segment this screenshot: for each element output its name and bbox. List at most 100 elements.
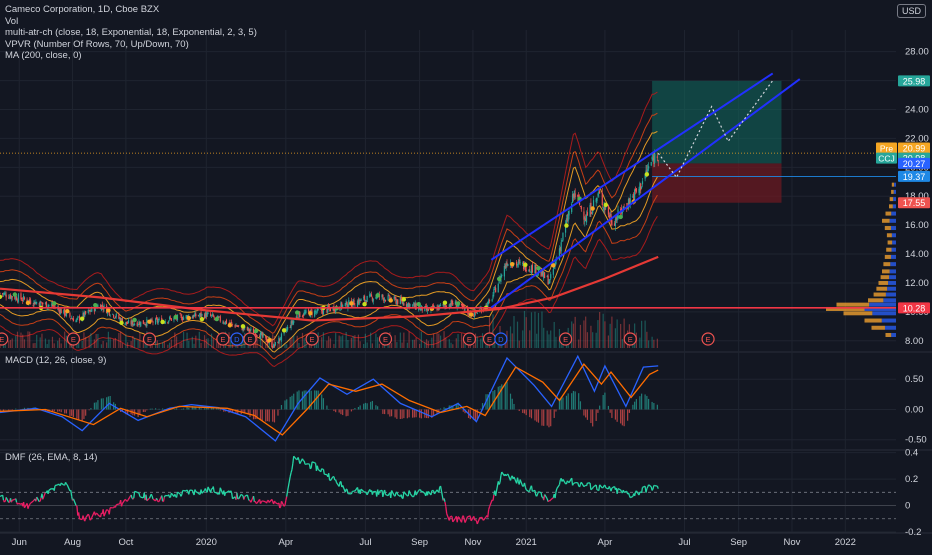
volume-bar (64, 332, 65, 348)
volume-bar (395, 335, 396, 348)
dmf-segment (66, 484, 67, 485)
candle-body (152, 322, 153, 323)
dmf-segment (476, 520, 477, 521)
volume-bar (610, 324, 611, 348)
signal-dot (375, 293, 379, 297)
currency-badge[interactable]: USD (897, 4, 926, 18)
vp-row-up (883, 262, 890, 266)
macd-hist-bar (85, 409, 86, 415)
volume-bar (94, 339, 95, 348)
chart-svg[interactable]: EEEEDEEEEEDEEE 8.0010.0012.0014.0016.001… (0, 0, 932, 550)
volume-bar (108, 332, 109, 348)
signal-dot (618, 215, 622, 219)
dmf-segment (385, 490, 386, 495)
candle-body (71, 318, 72, 319)
candle-body (492, 299, 493, 300)
vp-row-up (837, 303, 870, 307)
volume-bar (615, 328, 616, 348)
volume-bar (538, 313, 539, 348)
macd-hist-bar (377, 406, 378, 409)
dmf-segment (272, 499, 273, 501)
dmf-segment (146, 495, 147, 501)
macd-hist-bar (101, 398, 102, 409)
volume-bar (40, 337, 41, 348)
candle-body (303, 315, 304, 316)
volume-bar (309, 345, 310, 348)
volume-bar (167, 345, 168, 348)
macd-hist-bar (318, 391, 319, 410)
candle-body (549, 279, 550, 282)
candle-body (20, 293, 21, 299)
dmf-segment (286, 497, 287, 501)
vp-row-up (879, 281, 889, 285)
volume-bar (346, 332, 347, 348)
macd-hist-bar (587, 409, 588, 419)
macd-hist-bar (220, 409, 221, 410)
volume-bar (260, 337, 261, 348)
vp-row-down (886, 293, 896, 297)
candle-body (46, 302, 47, 308)
volume-bar (433, 334, 434, 348)
candle-body (376, 298, 377, 299)
signal-dot (564, 223, 568, 227)
macd-hist-bar (326, 406, 327, 410)
candle-body (385, 300, 386, 301)
macd-hist-bar (395, 409, 396, 417)
candle-body (85, 311, 86, 313)
macd-hist-bar (550, 409, 551, 426)
dmf-segment (152, 496, 153, 499)
volume-bar (657, 339, 658, 348)
macd-hist-bar (90, 408, 91, 409)
candle-body (311, 310, 312, 311)
candle-body (371, 294, 372, 296)
dmf-segment (520, 479, 523, 486)
candle-body (651, 162, 652, 165)
candle-body (642, 181, 643, 184)
dmf-segment (463, 516, 464, 519)
volume-bar (402, 343, 403, 348)
dmf-segment (383, 492, 384, 497)
macd-hist-bar (617, 409, 618, 421)
volume-bar (412, 340, 413, 348)
volume-bar (436, 333, 437, 348)
volume-bar (583, 320, 584, 348)
signal-dot (308, 311, 312, 315)
macd-ytick-tick-1: 0.00 (905, 404, 924, 415)
dmf-segment (649, 485, 652, 487)
stop-zone (652, 163, 781, 202)
candle-body (302, 316, 303, 317)
macd-hist-bar (499, 386, 500, 410)
candle-body (634, 190, 635, 200)
candle-body (330, 308, 331, 311)
dmf-segment (323, 469, 324, 474)
event-label: E (310, 335, 315, 344)
dmf-segment (198, 493, 199, 494)
dmf-segment (587, 483, 588, 486)
price-label-1: 20.99 (903, 144, 926, 154)
dmf-segment (609, 486, 610, 488)
legend-volume: Vol (5, 16, 257, 28)
dmf-label: DMF (26, EMA, 8, 14) (5, 452, 97, 463)
volume-bar (139, 332, 140, 348)
vp-row-down (889, 275, 896, 279)
dmf-segment (329, 473, 330, 480)
dmf-segment (499, 482, 500, 484)
signal-dot (267, 338, 271, 342)
macd-hist-bar (269, 409, 270, 421)
dmf-segment (592, 488, 593, 489)
candle-body (102, 304, 103, 307)
macd-hist-bar (575, 391, 576, 409)
candle-body (238, 325, 239, 326)
candle-body (274, 345, 275, 346)
macd-hist-bar (96, 402, 97, 409)
signal-dot (106, 308, 110, 312)
dmf-segment (255, 501, 256, 503)
volume-bar (138, 340, 139, 348)
candle-body (293, 321, 294, 323)
macd-hist-bar (211, 408, 212, 409)
dmf-segment (3, 495, 4, 500)
dmf-segment (133, 498, 134, 499)
macd-hist-bar (78, 409, 79, 419)
dmf-segment (177, 492, 178, 497)
candle-body (360, 299, 361, 301)
